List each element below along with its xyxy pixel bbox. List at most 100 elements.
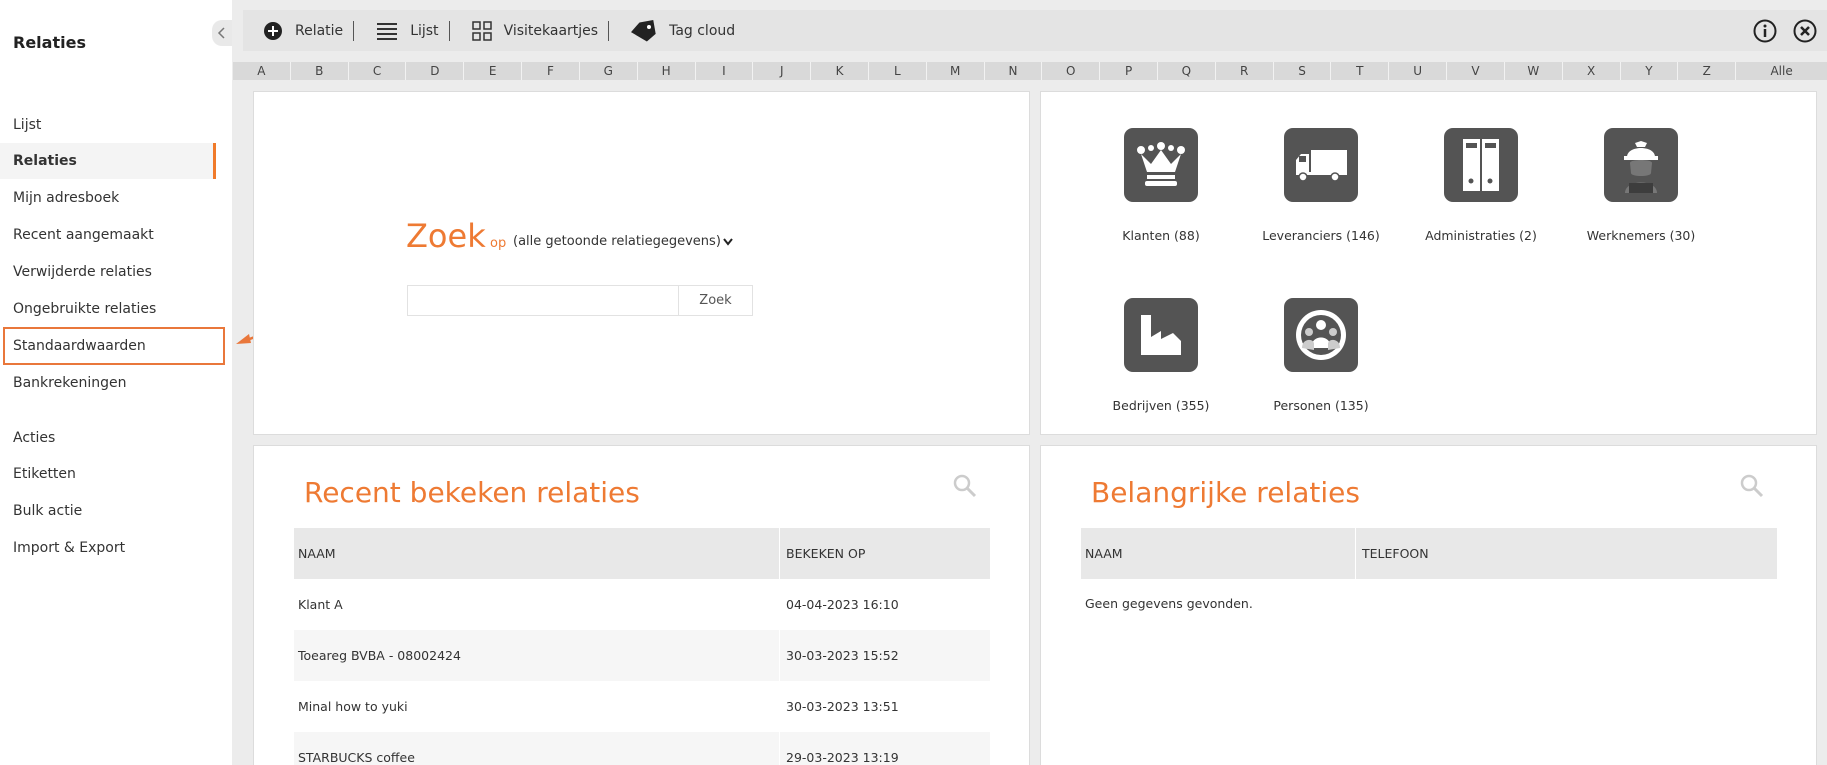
people-icon [1296,310,1346,360]
cell-naam: Toeareg BVBA - 08002424 [294,630,780,681]
category-label: Bedrijven (355) [1112,398,1210,413]
letter-a[interactable]: A [233,62,291,80]
table-row[interactable]: Klant A 04-04-2023 16:10 [294,579,990,630]
category-bedrijven[interactable]: Bedrijven (355) [1081,298,1241,413]
letter-h[interactable]: H [638,62,696,80]
sidebar-item-relaties[interactable]: Relaties [0,143,216,179]
category-personen[interactable]: Personen (135) [1241,298,1401,413]
search-scope-label: (alle getoonde relatiegegevens) [513,234,721,249]
column-naam[interactable]: NAAM [294,528,780,579]
categories-panel: Klanten (88) Leveranciers (146) Administ… [1040,91,1817,435]
recent-relaties-table: NAAM BEKEKEN OP Klant A 04-04-2023 16:10… [294,528,990,765]
relatie-label: Relatie [295,22,344,39]
truck-icon [1296,150,1347,182]
sidebar-item-import-export[interactable]: Import & Export [0,530,216,566]
category-administraties[interactable]: Administraties (2) [1401,128,1561,243]
worker-icon [1624,141,1658,193]
letter-c[interactable]: C [349,62,407,80]
letter-s[interactable]: S [1274,62,1332,80]
column-telefoon[interactable]: TELEFOON [1356,528,1777,579]
letter-w[interactable]: W [1505,62,1563,80]
letter-v[interactable]: V [1447,62,1505,80]
column-naam[interactable]: NAAM [1081,528,1356,579]
search-icon[interactable] [1740,474,1764,498]
collapse-sidebar-button[interactable] [212,20,232,46]
letter-r[interactable]: R [1216,62,1274,80]
category-leveranciers[interactable]: Leveranciers (146) [1241,128,1401,243]
sidebar-item-acties[interactable]: Acties [0,420,216,456]
cell-bekeken-op: 30-03-2023 13:51 [786,699,899,714]
cell-bekeken-op: 04-04-2023 16:10 [786,597,899,612]
letter-u[interactable]: U [1389,62,1448,80]
plus-circle-icon [264,21,282,40]
letter-g[interactable]: G [580,62,638,80]
recent-relaties-panel: Recent bekeken relaties NAAM BEKEKEN OP … [253,445,1030,765]
cell-bekeken-op: 30-03-2023 15:52 [786,648,899,663]
letter-i[interactable]: I [696,62,754,80]
letter-y[interactable]: Y [1621,62,1679,80]
letter-n[interactable]: N [985,62,1043,80]
letter-j[interactable]: J [753,62,812,80]
sidebar-item-etiketten[interactable]: Etiketten [0,456,216,492]
table-row[interactable]: Minal how to yuki 30-03-2023 13:51 [294,681,990,732]
app: Relaties Lijst Relaties Mijn adresboek R… [0,0,1827,765]
search-title: Zoek [406,217,486,255]
letter-m[interactable]: M [927,62,985,80]
info-icon[interactable] [1753,19,1777,43]
category-tile [1124,298,1198,372]
lijst-view-button[interactable]: Lijst [354,10,448,51]
tag-icon [631,19,656,41]
caret-down-icon [723,237,733,246]
letter-t[interactable]: T [1331,62,1390,80]
search-op-label: op [490,236,507,251]
visitekaartjes-label: Visitekaartjes [503,22,599,39]
letter-b[interactable]: B [291,62,349,80]
close-icon[interactable] [1793,19,1817,43]
category-tile [1604,128,1678,202]
sidebar-item-verwijderde-relaties[interactable]: Verwijderde relaties [0,254,216,290]
belangrijke-relaties-panel: Belangrijke relaties NAAM TELEFOON Geen … [1040,445,1817,765]
sidebar-item-bulk-actie[interactable]: Bulk actie [0,493,216,529]
letter-e[interactable]: E [464,62,523,80]
letter-k[interactable]: K [811,62,869,80]
table-row[interactable]: Toeareg BVBA - 08002424 30-03-2023 15:52 [294,630,990,681]
search-input[interactable] [407,285,679,316]
table-header: NAAM TELEFOON [1081,528,1777,579]
letter-f[interactable]: F [522,62,580,80]
tag-cloud-button[interactable]: Tag cloud [609,10,745,51]
letter-x[interactable]: X [1563,62,1621,80]
letter-l[interactable]: L [869,62,927,80]
letter-q[interactable]: Q [1158,62,1216,80]
table-row[interactable]: STARBUCKS coffee 29-03-2023 13:19 [294,732,990,765]
tag-cloud-label: Tag cloud [669,22,736,39]
category-klanten[interactable]: Klanten (88) [1081,128,1241,243]
category-werknemers[interactable]: Werknemers (30) [1561,128,1721,243]
category-tile [1124,128,1198,202]
list-icon [377,22,398,40]
sidebar-item-ongebruikte-relaties[interactable]: Ongebruikte relaties [0,291,216,327]
table-header: NAAM BEKEKEN OP [294,528,990,579]
sidebar: Relaties Lijst Relaties Mijn adresboek R… [0,0,232,765]
category-tile [1284,298,1358,372]
new-relatie-button[interactable]: Relatie [243,10,353,51]
sidebar-item-lijst[interactable]: Lijst [0,107,216,143]
search-scope-dropdown[interactable]: (alle getoonde relatiegegevens) [513,234,733,249]
sidebar-item-mijn-adresboek[interactable]: Mijn adresboek [0,180,216,216]
column-bekeken-op[interactable]: BEKEKEN OP [780,528,990,579]
cell-naam: Minal how to yuki [294,681,780,732]
letter-p[interactable]: P [1100,62,1158,80]
sidebar-item-bankrekeningen[interactable]: Bankrekeningen [0,365,216,401]
letter-alle[interactable]: Alle [1736,62,1827,80]
search-icon[interactable] [953,474,977,498]
belangrijke-relaties-title: Belangrijke relaties [1091,476,1360,509]
cell-naam: STARBUCKS coffee [294,732,780,765]
visitekaartjes-view-button[interactable]: Visitekaartjes [450,10,609,51]
search-button[interactable]: Zoek [678,285,753,316]
category-label: Werknemers (30) [1586,228,1696,243]
letter-z[interactable]: Z [1678,62,1737,80]
toolbar: Relatie Lijst Visitekaartjes Tag cloud [243,10,1827,51]
binders-icon [1463,139,1499,191]
sidebar-item-recent-aangemaakt[interactable]: Recent aangemaakt [0,217,216,253]
letter-d[interactable]: D [406,62,465,80]
letter-o[interactable]: O [1042,62,1101,80]
